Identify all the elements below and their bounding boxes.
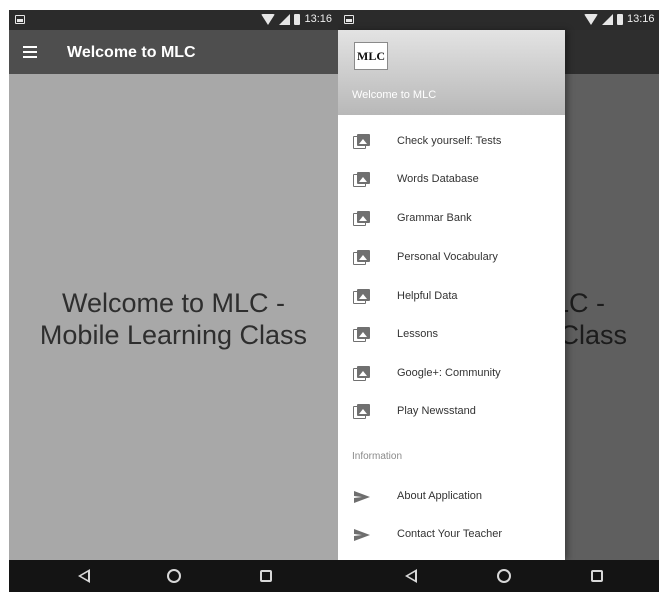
drawer-item-tests[interactable]: Check yourself: Tests — [338, 123, 565, 161]
drawer-item-personal-vocabulary[interactable]: Personal Vocabulary — [338, 239, 565, 277]
drawer-header: MLC Welcome to MLC — [338, 30, 565, 115]
drawer-item-label: About Application — [397, 490, 483, 502]
battery-icon — [617, 13, 623, 25]
drawer-item-words-database[interactable]: Words Database — [338, 161, 565, 199]
image-notification-icon — [344, 15, 354, 24]
cell-signal-icon — [602, 13, 613, 25]
drawer-item-google-community[interactable]: Google+: Community — [338, 355, 565, 393]
status-indicators: 13:16 — [584, 13, 655, 25]
welcome-line-2: Mobile Learning Class — [39, 320, 308, 350]
mlc-logo: MLC — [354, 42, 388, 70]
photo-library-icon — [353, 289, 371, 304]
welcome-text: Welcome to MLC - Mobile Learning Class — [9, 287, 338, 351]
main-content: Welcome to MLC - Mobile Learning Class — [9, 74, 338, 560]
drawer-item-about-application[interactable]: About Application — [338, 478, 565, 516]
navigation-drawer: MLC Welcome to MLC Check yourself: Tests… — [338, 30, 565, 560]
main-screen: 13:16 Welcome to MLC Welcome to MLC - Mo… — [9, 10, 338, 592]
drawer-item-label: Words Database — [397, 173, 479, 185]
photo-library-icon — [353, 172, 371, 187]
drawer-item-contact-teacher[interactable]: Contact Your Teacher — [338, 516, 565, 554]
back-icon[interactable] — [78, 569, 90, 583]
cell-signal-icon — [279, 13, 291, 25]
app-toolbar: Welcome to MLC — [9, 30, 338, 74]
photo-library-icon — [353, 250, 371, 265]
system-nav-bar — [338, 560, 659, 592]
photo-library-icon — [353, 366, 371, 381]
drawer-item-play-newsstand[interactable]: Play Newsstand — [338, 393, 565, 431]
drawer-item-label: Helpful Data — [397, 290, 458, 302]
menu-icon[interactable] — [21, 42, 41, 62]
drawer-item-label: Personal Vocabulary — [397, 251, 498, 263]
image-notification-icon — [15, 15, 25, 24]
drawer-open-screen: 13:16 Welcome to MLC - Mobile Learning C… — [338, 10, 659, 592]
status-indicators: 13:16 — [261, 13, 332, 25]
drawer-item-helpful-data[interactable]: Helpful Data — [338, 278, 565, 316]
drawer-item-label: Check yourself: Tests — [397, 135, 502, 147]
status-bar: 13:16 — [9, 10, 338, 30]
drawer-item-grammar-bank[interactable]: Grammar Bank — [338, 200, 565, 238]
drawer-item-label: Grammar Bank — [397, 212, 472, 224]
status-time: 13:16 — [304, 13, 332, 25]
back-icon[interactable] — [405, 569, 417, 583]
status-time: 13:16 — [627, 13, 655, 25]
wifi-icon — [584, 13, 598, 25]
drawer-item-label: Google+: Community — [397, 367, 501, 379]
home-icon[interactable] — [497, 569, 511, 583]
send-icon — [354, 491, 370, 503]
photo-library-icon — [353, 134, 371, 149]
send-icon — [354, 529, 370, 541]
drawer-header-title: Welcome to MLC — [352, 89, 437, 101]
photo-library-icon — [353, 404, 371, 419]
welcome-line-1: Welcome to MLC - — [61, 288, 286, 318]
drawer-section-information: Information — [352, 451, 403, 462]
drawer-item-lessons[interactable]: Lessons — [338, 316, 565, 354]
toolbar-title: Welcome to MLC — [67, 44, 196, 61]
photo-library-icon — [353, 211, 371, 226]
wifi-icon — [261, 13, 276, 25]
photo-library-icon — [353, 327, 371, 342]
drawer-item-label: Contact Your Teacher — [397, 528, 502, 540]
system-nav-bar — [9, 560, 338, 592]
battery-icon — [294, 13, 301, 25]
drawer-item-label: Play Newsstand — [397, 405, 476, 417]
recent-apps-icon[interactable] — [591, 570, 603, 582]
home-icon[interactable] — [167, 569, 181, 583]
recent-apps-icon[interactable] — [260, 570, 272, 582]
status-bar: 13:16 — [338, 10, 659, 30]
drawer-item-label: Lessons — [397, 328, 438, 340]
